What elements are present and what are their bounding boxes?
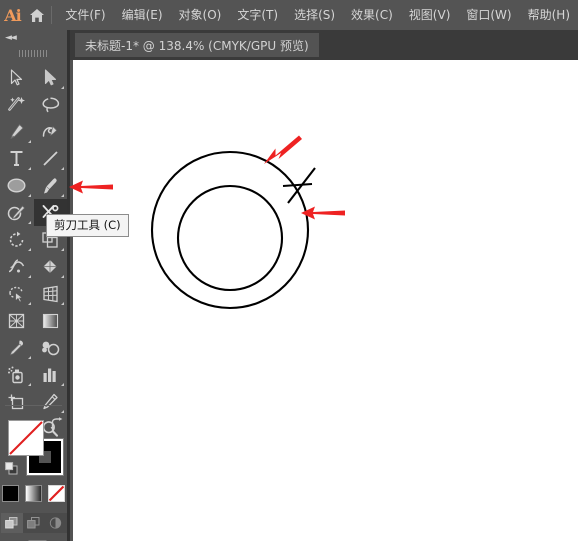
free-transform-tool[interactable] xyxy=(34,253,68,280)
tool-group-indicator-icon xyxy=(27,302,31,305)
canvas-area[interactable] xyxy=(73,60,578,541)
default-fill-stroke-icon[interactable] xyxy=(5,460,18,479)
shape-builder-tool[interactable] xyxy=(0,280,34,307)
direct-selection-tool[interactable] xyxy=(34,64,68,91)
blend-tool[interactable] xyxy=(34,334,68,361)
draw-behind-button[interactable] xyxy=(22,513,45,533)
menu-item-help[interactable]: 帮助(H) xyxy=(520,0,578,30)
type-tool[interactable] xyxy=(0,145,34,172)
none-mode-button[interactable] xyxy=(48,485,65,502)
menu-item-select[interactable]: 选择(S) xyxy=(286,0,343,30)
symbol-sprayer-tool[interactable] xyxy=(0,361,34,388)
tool-group-indicator-icon xyxy=(27,221,31,224)
draw-inside-button[interactable] xyxy=(44,513,67,533)
cut-mark-2 xyxy=(282,182,313,188)
tool-group-indicator-icon xyxy=(61,248,64,251)
tool-group-indicator-icon xyxy=(61,275,64,278)
tool-group-indicator-icon xyxy=(27,248,31,251)
eyedropper-tool[interactable] xyxy=(0,334,34,361)
tool-list xyxy=(0,60,67,442)
artwork xyxy=(150,150,316,310)
draw-normal-button[interactable] xyxy=(0,513,23,533)
menu-bar: Ai 文件(F) 编辑(E) 对象(O) 文字(T) 选择(S) 效果(C) 视… xyxy=(0,0,578,30)
color-mode-buttons xyxy=(0,485,67,502)
width-tool[interactable] xyxy=(0,253,34,280)
menu-item-edit[interactable]: 编辑(E) xyxy=(114,0,171,30)
tool-group-indicator-icon xyxy=(27,194,31,197)
rotate-tool[interactable] xyxy=(0,226,34,253)
paintbrush-tool[interactable] xyxy=(34,172,68,199)
pen-tool[interactable] xyxy=(0,118,34,145)
tool-tooltip: 剪刀工具 (C) xyxy=(46,214,129,237)
collapse-panel-button[interactable]: ◄◄ xyxy=(0,30,67,46)
drawing-mode-buttons xyxy=(0,513,67,533)
color-mode-button[interactable] xyxy=(2,485,19,502)
none-indicator-icon xyxy=(9,421,43,455)
menu-item-type[interactable]: 文字(T) xyxy=(229,0,286,30)
tool-group-indicator-icon xyxy=(27,356,31,359)
tool-group-indicator-icon xyxy=(27,140,31,143)
tool-group-indicator-icon xyxy=(27,275,31,278)
document-tab-bar: 未标题-1* @ 138.4% (CMYK/GPU 预览) xyxy=(70,30,578,60)
home-icon[interactable] xyxy=(25,0,49,30)
ellipse-tool[interactable] xyxy=(0,172,34,199)
tool-group-indicator-icon xyxy=(61,86,64,89)
color-controls xyxy=(0,405,67,484)
fill-swatch[interactable] xyxy=(8,420,44,456)
menu-item-object[interactable]: 对象(O) xyxy=(171,0,230,30)
swap-fill-stroke-icon[interactable] xyxy=(49,416,63,435)
selection-tool[interactable] xyxy=(0,64,34,91)
panel-drag-handle[interactable] xyxy=(0,46,67,60)
menu-item-view[interactable]: 视图(V) xyxy=(401,0,459,30)
menu-item-window[interactable]: 窗口(W) xyxy=(458,0,519,30)
tool-group-indicator-icon xyxy=(61,302,64,305)
curvature-tool[interactable] xyxy=(34,118,68,145)
illustrator-window: Ai 文件(F) 编辑(E) 对象(O) 文字(T) 选择(S) 效果(C) 视… xyxy=(0,0,578,541)
mesh-tool[interactable] xyxy=(0,307,34,334)
tool-group-indicator-icon xyxy=(61,383,64,386)
tool-group-indicator-icon xyxy=(27,167,31,170)
tool-group-indicator-icon xyxy=(27,383,31,386)
inner-circle xyxy=(176,184,284,292)
tool-group-indicator-icon xyxy=(61,167,64,170)
tool-group-indicator-icon xyxy=(61,194,64,197)
app-logo-icon: Ai xyxy=(4,5,22,25)
magic-wand-tool[interactable] xyxy=(0,91,34,118)
chevron-double-left-icon: ◄◄ xyxy=(5,33,17,43)
toolbar-divider xyxy=(5,405,62,406)
fill-stroke-swatches xyxy=(0,414,67,484)
tools-panel: ◄◄ xyxy=(0,30,70,541)
menu-item-file[interactable]: 文件(F) xyxy=(57,0,113,30)
menubar-divider xyxy=(50,6,52,24)
lasso-tool[interactable] xyxy=(34,91,68,118)
line-segment-tool[interactable] xyxy=(34,145,68,172)
gradient-mode-button[interactable] xyxy=(25,485,42,502)
outer-circle xyxy=(150,150,310,310)
grip-lines-icon xyxy=(18,49,49,57)
shaper-tool[interactable] xyxy=(0,199,34,226)
perspective-grid-tool[interactable] xyxy=(34,280,68,307)
column-graph-tool[interactable] xyxy=(34,361,68,388)
gradient-tool[interactable] xyxy=(34,307,68,334)
document-tab[interactable]: 未标题-1* @ 138.4% (CMYK/GPU 预览) xyxy=(75,33,319,57)
menu-item-effect[interactable]: 效果(C) xyxy=(343,0,401,30)
